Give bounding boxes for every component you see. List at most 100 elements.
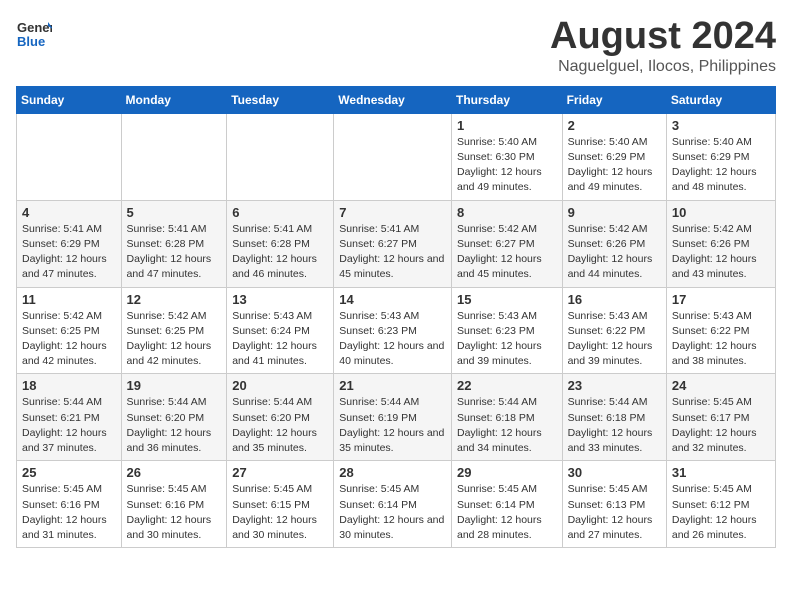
cell-content: Sunrise: 5:40 AM Sunset: 6:30 PM Dayligh…: [457, 135, 557, 196]
cell-content: Sunrise: 5:45 AM Sunset: 6:15 PM Dayligh…: [232, 482, 328, 543]
week-row-3: 11 Sunrise: 5:42 AM Sunset: 6:25 PM Dayli…: [17, 287, 776, 374]
day-number: 19: [127, 378, 222, 393]
day-number: 31: [672, 465, 770, 480]
cell-content: Sunrise: 5:41 AM Sunset: 6:28 PM Dayligh…: [127, 222, 222, 283]
day-number: 27: [232, 465, 328, 480]
day-number: 13: [232, 292, 328, 307]
cell-content: Sunrise: 5:45 AM Sunset: 6:13 PM Dayligh…: [568, 482, 661, 543]
calendar-cell: 23 Sunrise: 5:44 AM Sunset: 6:18 PM Dayli…: [562, 374, 666, 461]
calendar-cell: 16Sunrise: 5:43 AM Sunset: 6:22 PM Dayli…: [562, 287, 666, 374]
day-number: 26: [127, 465, 222, 480]
cell-content: Sunrise: 5:43 AM Sunset: 6:24 PM Dayligh…: [232, 309, 328, 370]
cell-content: Sunrise: 5:44 AM Sunset: 6:20 PM Dayligh…: [127, 395, 222, 456]
calendar-cell: 18Sunrise: 5:44 AM Sunset: 6:21 PM Dayli…: [17, 374, 122, 461]
day-header-wednesday: Wednesday: [334, 86, 452, 113]
day-number: 5: [127, 205, 222, 220]
day-number: 17: [672, 292, 770, 307]
day-number: 25: [22, 465, 116, 480]
day-header-sunday: Sunday: [17, 86, 122, 113]
calendar-cell: 6Sunrise: 5:41 AM Sunset: 6:28 PM Daylig…: [227, 200, 334, 287]
day-number: 3: [672, 118, 770, 133]
main-title: August 2024: [550, 16, 776, 58]
day-number: 23: [568, 378, 661, 393]
day-number: 2: [568, 118, 661, 133]
cell-content: Sunrise: 5:40 AM Sunset: 6:29 PM Dayligh…: [672, 135, 770, 196]
calendar-cell: 10 Sunrise: 5:42 AM Sunset: 6:26 PM Dayli…: [666, 200, 775, 287]
day-number: 8: [457, 205, 557, 220]
calendar-cell: [121, 113, 227, 200]
week-row-5: 25 Sunrise: 5:45 AM Sunset: 6:16 PM Dayli…: [17, 461, 776, 548]
cell-content: Sunrise: 5:45 AM Sunset: 6:17 PM Dayligh…: [672, 395, 770, 456]
cell-content: Sunrise: 5:42 AM Sunset: 6:26 PM Dayligh…: [568, 222, 661, 283]
cell-content: Sunrise: 5:45 AM Sunset: 6:12 PM Dayligh…: [672, 482, 770, 543]
cell-content: Sunrise: 5:43 AM Sunset: 6:22 PM Dayligh…: [672, 309, 770, 370]
cell-content: Sunrise: 5:45 AM Sunset: 6:16 PM Dayligh…: [127, 482, 222, 543]
calendar-cell: 4Sunrise: 5:41 AM Sunset: 6:29 PM Daylig…: [17, 200, 122, 287]
calendar-cell: 11 Sunrise: 5:42 AM Sunset: 6:25 PM Dayli…: [17, 287, 122, 374]
day-header-saturday: Saturday: [666, 86, 775, 113]
day-number: 6: [232, 205, 328, 220]
sub-title: Naguelguel, Ilocos, Philippines: [550, 58, 776, 76]
cell-content: Sunrise: 5:42 AM Sunset: 6:25 PM Dayligh…: [22, 309, 116, 370]
calendar-cell: [17, 113, 122, 200]
cell-content: Sunrise: 5:43 AM Sunset: 6:23 PM Dayligh…: [339, 309, 446, 370]
cell-content: Sunrise: 5:44 AM Sunset: 6:20 PM Dayligh…: [232, 395, 328, 456]
calendar-cell: 22 Sunrise: 5:44 AM Sunset: 6:18 PM Dayli…: [451, 374, 562, 461]
calendar-cell: 27 Sunrise: 5:45 AM Sunset: 6:15 PM Dayli…: [227, 461, 334, 548]
day-number: 4: [22, 205, 116, 220]
cell-content: Sunrise: 5:40 AM Sunset: 6:29 PM Dayligh…: [568, 135, 661, 196]
calendar-cell: 31 Sunrise: 5:45 AM Sunset: 6:12 PM Dayli…: [666, 461, 775, 548]
day-number: 14: [339, 292, 446, 307]
calendar-cell: 5 Sunrise: 5:41 AM Sunset: 6:28 PM Daylig…: [121, 200, 227, 287]
day-number: 22: [457, 378, 557, 393]
calendar-cell: 20 Sunrise: 5:44 AM Sunset: 6:20 PM Dayli…: [227, 374, 334, 461]
day-header-friday: Friday: [562, 86, 666, 113]
day-header-tuesday: Tuesday: [227, 86, 334, 113]
calendar-cell: 2 Sunrise: 5:40 AM Sunset: 6:29 PM Daylig…: [562, 113, 666, 200]
cell-content: Sunrise: 5:42 AM Sunset: 6:27 PM Dayligh…: [457, 222, 557, 283]
calendar-cell: [227, 113, 334, 200]
logo: General Blue: [16, 16, 52, 52]
day-number: 10: [672, 205, 770, 220]
calendar-cell: 14 Sunrise: 5:43 AM Sunset: 6:23 PM Dayli…: [334, 287, 452, 374]
day-number: 15: [457, 292, 557, 307]
cell-content: Sunrise: 5:42 AM Sunset: 6:26 PM Dayligh…: [672, 222, 770, 283]
day-number: 29: [457, 465, 557, 480]
calendar-cell: 28Sunrise: 5:45 AM Sunset: 6:14 PM Dayli…: [334, 461, 452, 548]
day-number: 9: [568, 205, 661, 220]
week-row-1: 1 Sunrise: 5:40 AM Sunset: 6:30 PM Daylig…: [17, 113, 776, 200]
calendar-cell: 21Sunrise: 5:44 AM Sunset: 6:19 PM Dayli…: [334, 374, 452, 461]
day-number: 21: [339, 378, 446, 393]
day-number: 20: [232, 378, 328, 393]
svg-text:Blue: Blue: [17, 34, 45, 49]
day-header-monday: Monday: [121, 86, 227, 113]
cell-content: Sunrise: 5:44 AM Sunset: 6:18 PM Dayligh…: [457, 395, 557, 456]
day-number: 30: [568, 465, 661, 480]
cell-content: Sunrise: 5:45 AM Sunset: 6:14 PM Dayligh…: [457, 482, 557, 543]
calendar-cell: 25Sunrise: 5:45 AM Sunset: 6:16 PM Dayli…: [17, 461, 122, 548]
logo-svg: General Blue: [16, 16, 52, 52]
title-area: August 2024 Naguelguel, Ilocos, Philippi…: [550, 16, 776, 76]
cell-content: Sunrise: 5:44 AM Sunset: 6:18 PM Dayligh…: [568, 395, 661, 456]
calendar-cell: 19 Sunrise: 5:44 AM Sunset: 6:20 PM Dayli…: [121, 374, 227, 461]
calendar-cell: 9 Sunrise: 5:42 AM Sunset: 6:26 PM Daylig…: [562, 200, 666, 287]
calendar-cell: 3 Sunrise: 5:40 AM Sunset: 6:29 PM Daylig…: [666, 113, 775, 200]
day-header-thursday: Thursday: [451, 86, 562, 113]
header-row: SundayMondayTuesdayWednesdayThursdayFrid…: [17, 86, 776, 113]
calendar-cell: 12Sunrise: 5:42 AM Sunset: 6:25 PM Dayli…: [121, 287, 227, 374]
calendar-table: SundayMondayTuesdayWednesdayThursdayFrid…: [16, 86, 776, 548]
calendar-cell: 29 Sunrise: 5:45 AM Sunset: 6:14 PM Dayli…: [451, 461, 562, 548]
day-number: 16: [568, 292, 661, 307]
calendar-cell: 17 Sunrise: 5:43 AM Sunset: 6:22 PM Dayli…: [666, 287, 775, 374]
cell-content: Sunrise: 5:41 AM Sunset: 6:27 PM Dayligh…: [339, 222, 446, 283]
page-header: General Blue August 2024 Naguelguel, Ilo…: [16, 16, 776, 76]
cell-content: Sunrise: 5:43 AM Sunset: 6:23 PM Dayligh…: [457, 309, 557, 370]
calendar-cell: 1 Sunrise: 5:40 AM Sunset: 6:30 PM Daylig…: [451, 113, 562, 200]
calendar-cell: 24Sunrise: 5:45 AM Sunset: 6:17 PM Dayli…: [666, 374, 775, 461]
day-number: 11: [22, 292, 116, 307]
week-row-4: 18Sunrise: 5:44 AM Sunset: 6:21 PM Dayli…: [17, 374, 776, 461]
calendar-cell: 8 Sunrise: 5:42 AM Sunset: 6:27 PM Daylig…: [451, 200, 562, 287]
day-number: 1: [457, 118, 557, 133]
cell-content: Sunrise: 5:44 AM Sunset: 6:21 PM Dayligh…: [22, 395, 116, 456]
day-number: 12: [127, 292, 222, 307]
